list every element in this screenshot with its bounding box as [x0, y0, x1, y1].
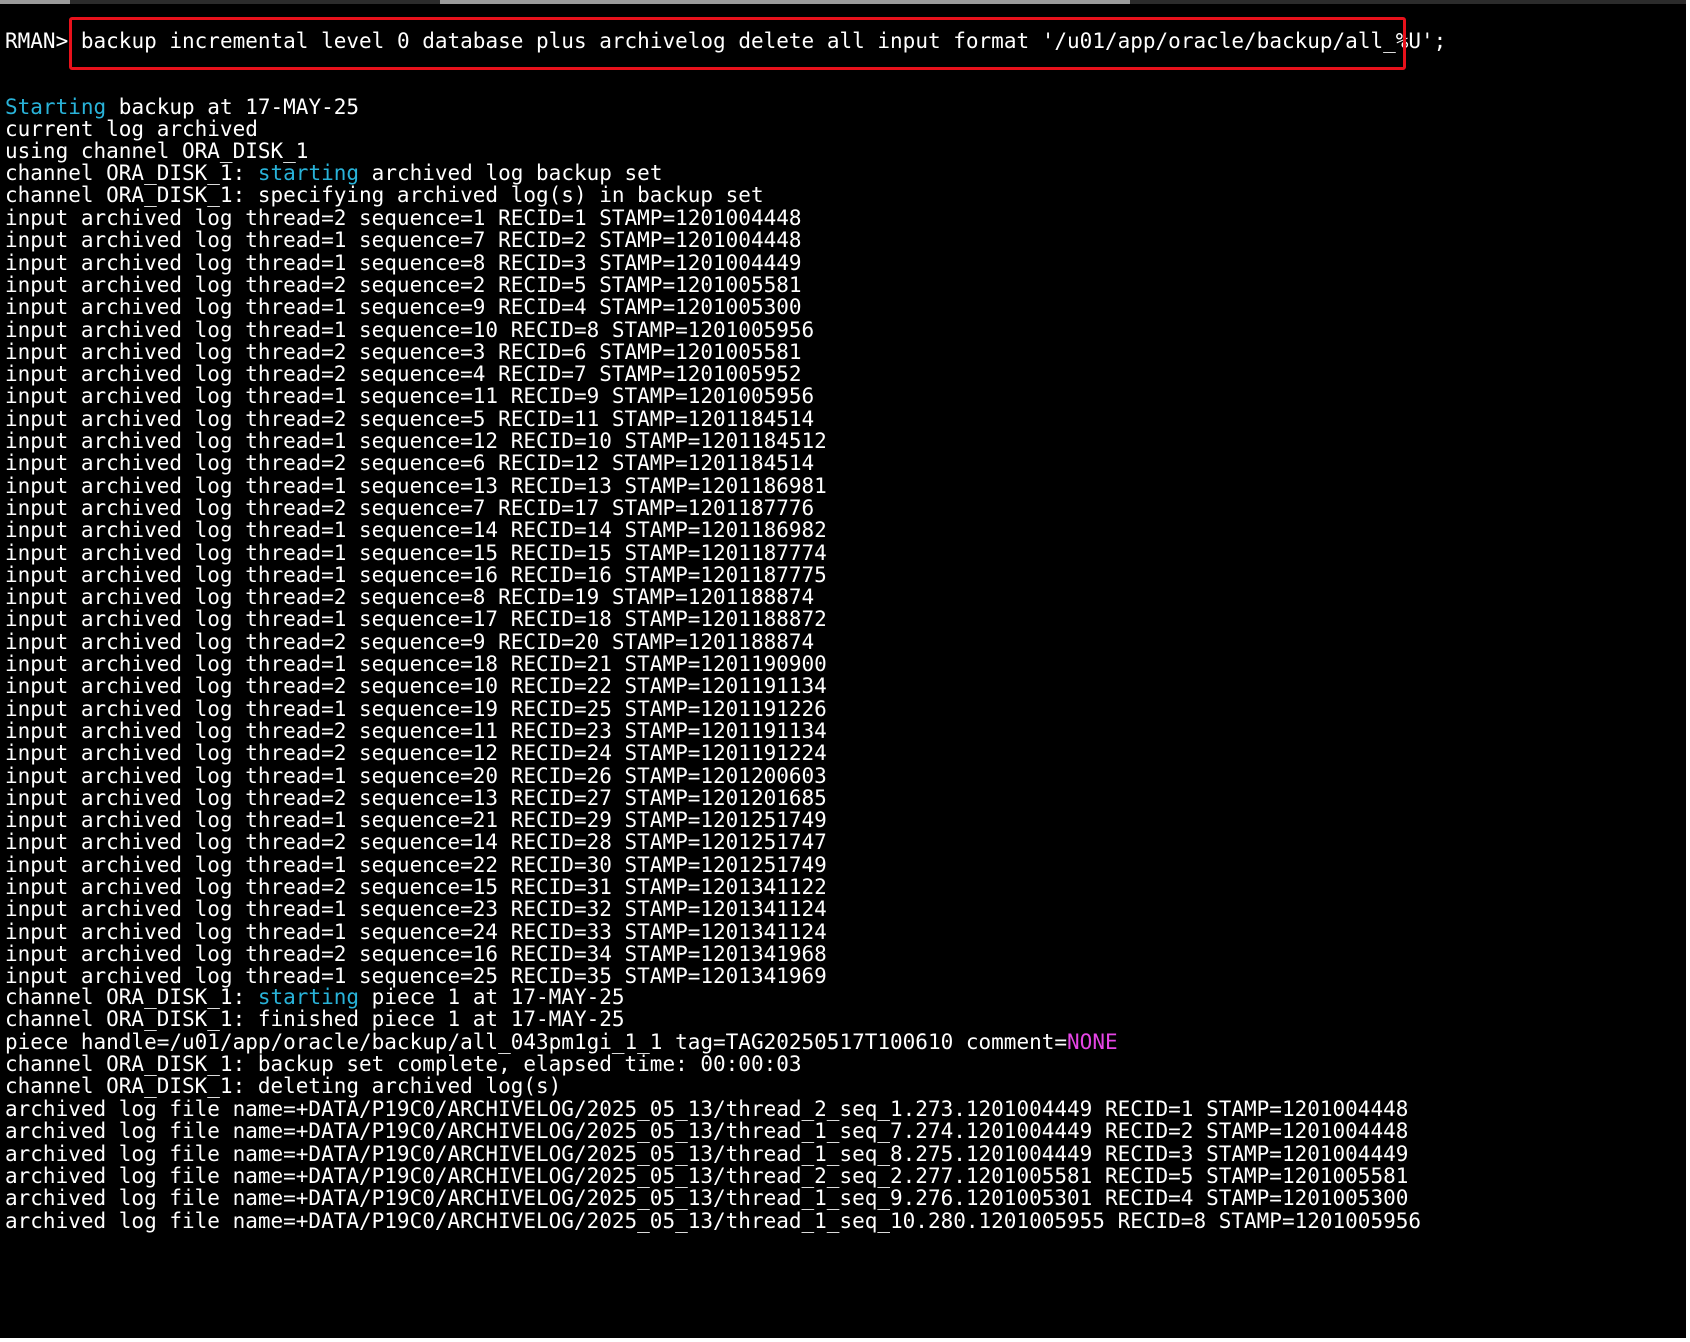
input-archived-log-line: input archived log thread=2 sequence=12 … — [5, 741, 827, 765]
input-archived-log-line: input archived log thread=1 sequence=24 … — [5, 920, 827, 944]
keyword-starting: starting — [257, 161, 360, 185]
input-archived-log-line: input archived log thread=1 sequence=10 … — [5, 318, 815, 342]
input-archived-log-line: input archived log thread=1 sequence=23 … — [5, 897, 827, 921]
input-archived-log-line: input archived log thread=2 sequence=1 R… — [5, 206, 802, 230]
input-archived-log-line: input archived log thread=2 sequence=15 … — [5, 875, 827, 899]
input-archived-log-line: input archived log thread=1 sequence=22 … — [5, 853, 827, 877]
input-archived-log-line: input archived log thread=2 sequence=2 R… — [5, 273, 802, 297]
output-line: channel ORA_DISK_1: starting piece 1 at … — [5, 985, 625, 1009]
window-edge — [1686, 0, 1690, 1342]
input-archived-log-line: input archived log thread=2 sequence=4 R… — [5, 362, 802, 386]
command-highlight-box — [69, 17, 1406, 70]
deleted-archived-log-line: archived log file name=+DATA/P19C0/ARCHI… — [5, 1186, 1409, 1210]
shell-prompt: RMAN> — [5, 29, 69, 53]
deleted-archived-log-line: archived log file name=+DATA/P19C0/ARCHI… — [5, 1119, 1409, 1143]
output-line: channel ORA_DISK_1: finished piece 1 at … — [5, 1007, 625, 1031]
window-top-strip — [0, 0, 1690, 4]
deleted-archived-log-line: archived log file name=+DATA/P19C0/ARCHI… — [5, 1142, 1409, 1166]
input-archived-log-line: input archived log thread=1 sequence=19 … — [5, 697, 827, 721]
input-archived-log-line: input archived log thread=2 sequence=14 … — [5, 830, 827, 854]
window-bottom-border — [0, 1338, 1690, 1342]
input-archived-log-line: input archived log thread=1 sequence=12 … — [5, 429, 827, 453]
deleted-archived-log-line: archived log file name=+DATA/P19C0/ARCHI… — [5, 1209, 1422, 1233]
input-archived-log-line: input archived log thread=1 sequence=15 … — [5, 541, 827, 565]
tab-indicator — [440, 0, 1130, 4]
output-line: current log archived — [5, 117, 258, 141]
output-line: using channel ORA_DISK_1 — [5, 139, 309, 163]
input-archived-log-line: input archived log thread=2 sequence=3 R… — [5, 340, 802, 364]
keyword-starting: Starting — [5, 95, 107, 119]
input-archived-log-line: input archived log thread=2 sequence=7 R… — [5, 496, 815, 520]
input-archived-log-line: input archived log thread=1 sequence=21 … — [5, 808, 827, 832]
input-archived-log-line: input archived log thread=1 sequence=20 … — [5, 764, 827, 788]
input-archived-log-line: input archived log thread=2 sequence=10 … — [5, 674, 827, 698]
deleted-archived-log-line: archived log file name=+DATA/P19C0/ARCHI… — [5, 1097, 1409, 1121]
input-archived-log-line: input archived log thread=2 sequence=9 R… — [5, 630, 815, 654]
output-line: Starting backup at 17-MAY-25 — [5, 95, 360, 119]
input-archived-log-line: input archived log thread=1 sequence=13 … — [5, 474, 827, 498]
input-archived-log-line: input archived log thread=1 sequence=17 … — [5, 607, 827, 631]
comment-none-value: NONE — [1067, 1030, 1118, 1054]
input-archived-log-line: input archived log thread=1 sequence=18 … — [5, 652, 827, 676]
input-archived-log-line: input archived log thread=2 sequence=11 … — [5, 719, 827, 743]
input-archived-log-line: input archived log thread=2 sequence=16 … — [5, 942, 827, 966]
terminal-window[interactable]: RMAN> backup incremental level 0 databas… — [0, 0, 1690, 1342]
input-archived-log-line: input archived log thread=1 sequence=8 R… — [5, 251, 802, 275]
input-archived-log-line: input archived log thread=1 sequence=16 … — [5, 563, 827, 587]
output-line: channel ORA_DISK_1: specifying archived … — [5, 183, 764, 207]
input-archived-log-line: input archived log thread=2 sequence=6 R… — [5, 451, 815, 475]
input-archived-log-line: input archived log thread=1 sequence=9 R… — [5, 295, 802, 319]
input-archived-log-line: input archived log thread=1 sequence=11 … — [5, 384, 815, 408]
input-archived-log-line: input archived log thread=1 sequence=14 … — [5, 518, 827, 542]
input-archived-log-line: input archived log thread=2 sequence=5 R… — [5, 407, 815, 431]
output-line: piece handle=/u01/app/oracle/backup/all_… — [5, 1030, 1118, 1054]
deleted-archived-log-line: archived log file name=+DATA/P19C0/ARCHI… — [5, 1164, 1409, 1188]
output-line: channel ORA_DISK_1: deleting archived lo… — [5, 1074, 562, 1098]
input-archived-log-line: input archived log thread=2 sequence=8 R… — [5, 585, 815, 609]
input-archived-log-line: input archived log thread=2 sequence=13 … — [5, 786, 827, 810]
input-archived-log-line: input archived log thread=1 sequence=7 R… — [5, 228, 802, 252]
keyword-starting: starting — [257, 985, 360, 1009]
tab-indicator — [0, 0, 70, 4]
output-line: channel ORA_DISK_1: starting archived lo… — [5, 161, 663, 185]
output-line: channel ORA_DISK_1: backup set complete,… — [5, 1052, 802, 1076]
